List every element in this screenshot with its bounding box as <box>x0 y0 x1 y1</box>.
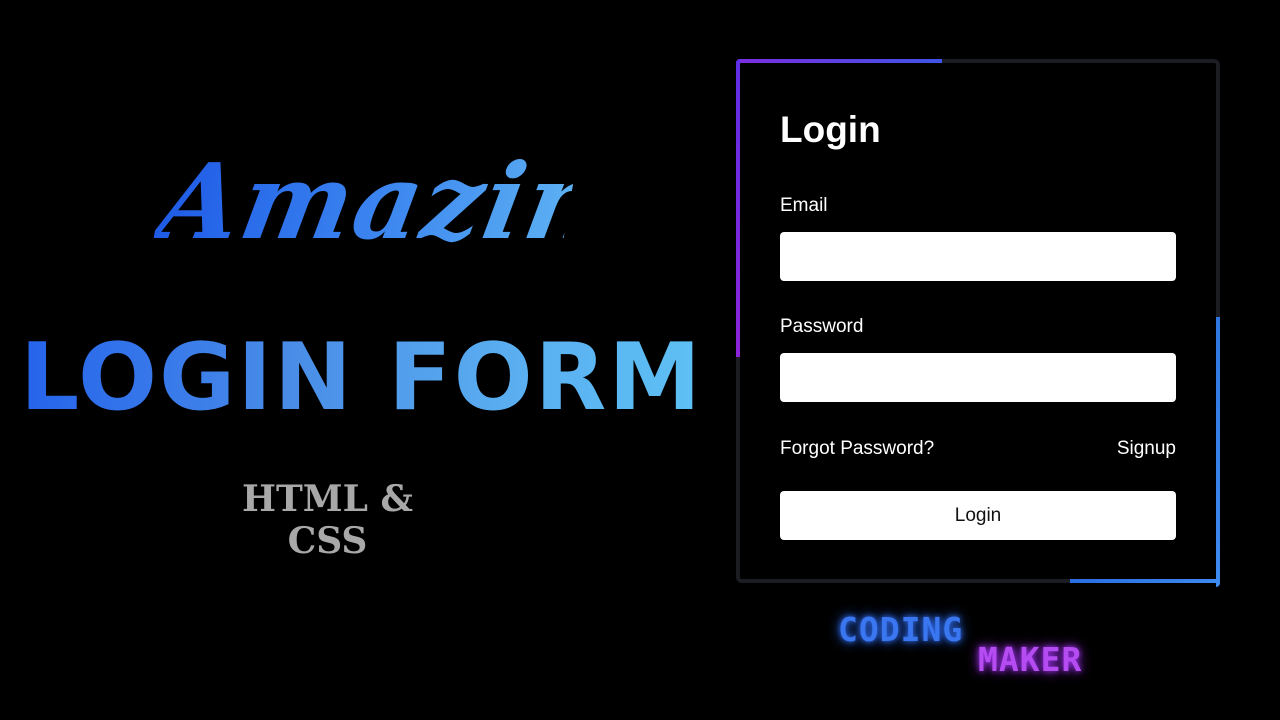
card-accent-top <box>736 59 942 63</box>
email-field[interactable] <box>780 232 1176 281</box>
promo-banner: Amazing LOGIN FORM HTML & CSS <box>0 0 730 720</box>
login-button[interactable]: Login <box>780 491 1176 540</box>
promo-subtitle: HTML & CSS <box>242 478 413 562</box>
forgot-password-link[interactable]: Forgot Password? <box>780 438 934 460</box>
brand-logo: CODING MAKER <box>838 610 1148 679</box>
password-field[interactable] <box>780 353 1176 402</box>
brand-logo-line2: MAKER <box>978 640 1083 679</box>
email-label: Email <box>780 195 828 216</box>
card-accent-right <box>1216 317 1220 587</box>
card-accent-bottom <box>1070 579 1220 583</box>
login-title: Login <box>780 109 881 150</box>
brand-logo-line1: CODING <box>838 610 964 649</box>
card-accent-left <box>736 59 740 357</box>
signup-link[interactable]: Signup <box>1117 438 1176 460</box>
login-card: Login Email Password Forgot Password? Si… <box>736 59 1220 587</box>
promo-title: LOGIN FORM <box>20 326 720 429</box>
password-label: Password <box>780 316 864 337</box>
promo-script-word: Amazing <box>149 140 690 263</box>
page: Amazing LOGIN FORM HTML & CSS Login Emai… <box>0 0 1280 720</box>
